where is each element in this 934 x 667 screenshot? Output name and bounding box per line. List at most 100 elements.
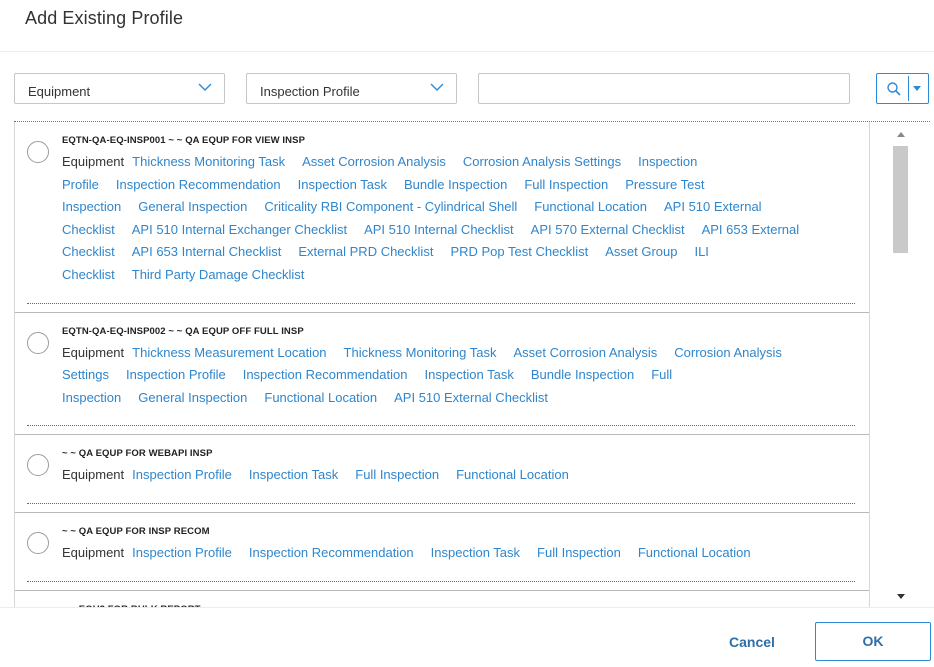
list-item[interactable]: EQTN-QA-EQ-INSP001 ~ ~ QA EQUP FOR VIEW … <box>15 122 869 313</box>
family-link[interactable]: Functional Location <box>264 390 377 405</box>
scroll-up-arrow-icon[interactable] <box>897 132 905 137</box>
related-families-line: Equipment Thickness Monitoring Task Asset … <box>62 154 714 174</box>
family-link[interactable]: General Inspection <box>138 390 247 405</box>
family-link[interactable]: Full <box>651 367 672 382</box>
list-item[interactable]: EQTN-QA-EQ-INSP002 ~ ~ QA EQUP OFF FULL … <box>15 312 869 436</box>
family-link[interactable]: Inspection <box>62 199 121 214</box>
profile-list: EQTN-QA-EQ-INSP001 ~ ~ QA EQUP FOR VIEW … <box>14 122 870 607</box>
family-link[interactable]: Inspection <box>62 390 121 405</box>
family-link[interactable]: Corrosion Analysis <box>674 345 782 360</box>
list-item[interactable]: ~ ~ EQU3 FOR BULK REPORT <box>15 590 869 607</box>
family-link[interactable]: Checklist <box>62 244 115 259</box>
family-link[interactable]: Inspection Recommendation <box>116 177 281 192</box>
family-link[interactable]: Corrosion Analysis Settings <box>463 154 621 169</box>
select-radio[interactable] <box>27 532 49 554</box>
select-radio[interactable] <box>27 141 49 163</box>
family-link[interactable]: Asset Group <box>605 244 677 259</box>
family-link[interactable]: Checklist <box>62 222 115 237</box>
family-link[interactable]: Profile <box>62 177 99 192</box>
list-item[interactable]: ~ ~ QA EQUP FOR INSP RECOM Equipment Inspe… <box>15 513 869 591</box>
related-families-line: Equipment Inspection Profile Inspection Ta… <box>62 467 586 487</box>
record-family-label: Equipment <box>62 344 125 360</box>
family-link[interactable]: API 570 External Checklist <box>531 222 685 237</box>
family-link[interactable]: Functional Location <box>456 467 569 482</box>
record-family-label: Equipment <box>62 467 125 483</box>
scroll-thumb[interactable] <box>893 146 908 253</box>
dialog-footer: Cancel OK <box>0 607 934 667</box>
record-title: ~ ~ QA EQUP FOR WEBAPI INSP <box>62 448 213 460</box>
related-families-line: Profile Inspection Recommendation Inspecti… <box>62 177 721 197</box>
select-radio[interactable] <box>27 454 49 477</box>
family-link[interactable]: Inspection Profile <box>132 467 232 482</box>
family-link[interactable]: ILI <box>694 244 708 259</box>
family-link[interactable]: Settings <box>62 367 109 382</box>
equipment-select-value: Equipment <box>28 84 91 99</box>
family-link[interactable]: Full Inspection <box>537 545 621 560</box>
related-families-line: Checklist API 510 Internal Exchanger Chec… <box>62 222 816 242</box>
family-link[interactable]: API 510 Internal Checklist <box>364 222 514 237</box>
family-link[interactable]: API 510 External <box>664 199 762 214</box>
family-link[interactable]: Inspection Task <box>298 177 387 192</box>
family-link[interactable]: Asset Corrosion Analysis <box>513 345 657 360</box>
family-link[interactable]: Inspection Task <box>431 545 520 560</box>
search-icon <box>887 82 901 96</box>
dialog-title: Add Existing Profile <box>25 8 184 28</box>
family-link[interactable]: Functional Location <box>638 545 751 560</box>
family-link[interactable]: API 510 External Checklist <box>394 390 548 405</box>
item-dotted-separator <box>27 580 855 582</box>
family-link[interactable]: API 653 External <box>702 222 800 237</box>
record-title: EQTN-QA-EQ-INSP001 ~ ~ QA EQUP FOR VIEW … <box>62 135 306 146</box>
family-link[interactable]: API 653 Internal Checklist <box>132 244 282 259</box>
related-families-line: Inspection General Inspection Criticality … <box>62 199 779 219</box>
family-link[interactable]: Third Party Damage Checklist <box>132 267 305 282</box>
ok-button[interactable]: OK <box>815 622 931 661</box>
family-link[interactable]: Inspection Profile <box>132 545 232 560</box>
record-title: EQTN-QA-EQ-INSP002 ~ ~ QA EQUP OFF FULL … <box>62 325 304 337</box>
family-link[interactable]: Pressure Test <box>625 177 704 192</box>
family-link[interactable]: Inspection Recommendation <box>243 367 408 382</box>
search-options-dropdown-icon[interactable] <box>913 86 921 91</box>
search-input[interactable] <box>478 73 850 104</box>
family-link[interactable]: Checklist <box>62 267 115 282</box>
family-link[interactable]: Criticality RBI Component - Cylindrical … <box>264 199 517 214</box>
family-link[interactable]: General Inspection <box>138 199 247 214</box>
scroll-down-arrow-icon[interactable] <box>897 594 905 599</box>
item-dotted-separator <box>27 425 855 427</box>
family-link[interactable]: Bundle Inspection <box>531 367 634 382</box>
select-radio[interactable] <box>27 331 49 354</box>
record-title: ~ ~ QA EQUP FOR INSP RECOM <box>62 526 210 537</box>
family-link[interactable]: Full Inspection <box>524 177 608 192</box>
family-link[interactable]: PRD Pop Test Checklist <box>450 244 588 259</box>
family-link[interactable]: Thickness Monitoring Task <box>132 154 285 169</box>
related-families-line: Settings Inspection Profile Inspection Rec… <box>62 367 689 387</box>
cancel-button[interactable]: Cancel <box>712 624 792 660</box>
list-item[interactable]: ~ ~ QA EQUP FOR WEBAPI INSP Equipment Insp… <box>15 435 869 513</box>
chevron-down-icon <box>430 83 444 91</box>
family-link[interactable]: Functional Location <box>534 199 647 214</box>
family-link[interactable]: Asset Corrosion Analysis <box>302 154 446 169</box>
family-link[interactable]: Thickness Measurement Location <box>132 345 326 360</box>
equipment-select[interactable]: Equipment <box>14 73 225 104</box>
family-select[interactable]: Inspection Profile <box>246 73 457 104</box>
family-link[interactable]: API 510 Internal Exchanger Checklist <box>132 222 347 237</box>
family-link[interactable]: Inspection Recommendation <box>249 545 414 560</box>
list-scrollbar[interactable] <box>891 122 910 607</box>
family-link[interactable]: Thickness Monitoring Task <box>344 345 497 360</box>
family-link[interactable]: Full Inspection <box>355 467 439 482</box>
record-family-label: Equipment <box>62 154 125 169</box>
search-button-divider <box>908 76 909 101</box>
search-button[interactable] <box>876 73 929 104</box>
record-family-label: Equipment <box>62 545 125 560</box>
related-families-line: Checklist API 653 Internal Checklist Exter… <box>62 244 726 264</box>
item-dotted-separator <box>27 302 855 304</box>
family-link[interactable]: Inspection Task <box>249 467 338 482</box>
family-link[interactable]: External PRD Checklist <box>298 244 433 259</box>
family-link[interactable]: Bundle Inspection <box>404 177 507 192</box>
family-link[interactable]: Inspection Profile <box>126 367 226 382</box>
dialog-header: Add Existing Profile <box>0 0 934 52</box>
family-link[interactable]: Inspection Task <box>424 367 513 382</box>
related-families-line: Checklist Third Party Damage Checklist <box>62 267 321 287</box>
family-select-value: Inspection Profile <box>260 84 360 99</box>
family-link[interactable]: Inspection <box>638 154 697 169</box>
related-families-line: Equipment Thickness Measurement Location T… <box>62 345 799 365</box>
